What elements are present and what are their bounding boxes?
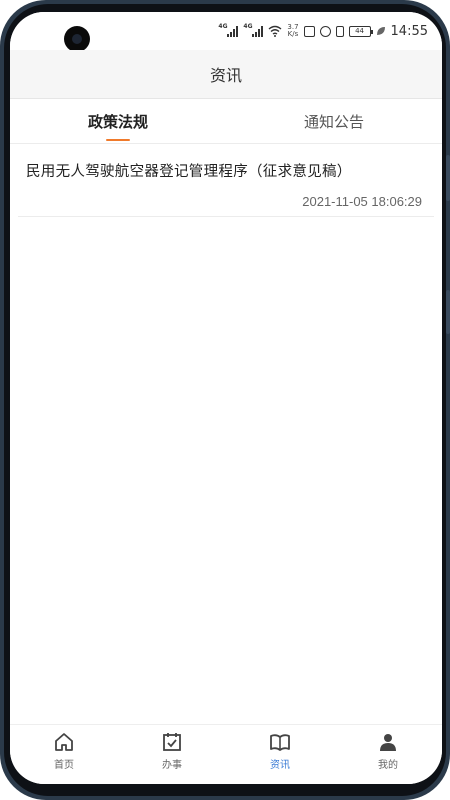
nav-item-home[interactable]: 首页	[10, 725, 118, 784]
signal-icon: 4G	[218, 23, 239, 37]
calendar-check-icon	[163, 733, 181, 751]
tab-bar: 政策法规 通知公告	[10, 99, 442, 144]
home-icon	[55, 733, 73, 751]
user-icon	[380, 734, 396, 751]
signal-icon-2: 4G	[243, 23, 264, 37]
volume-button	[446, 155, 450, 201]
news-list-item[interactable]: 民用无人驾驶航空器登记管理程序（征求意见稿） 2021-11-05 18:06:…	[18, 146, 434, 217]
alarm-icon	[319, 25, 331, 37]
clock: 14:55	[390, 23, 428, 39]
nav-label: 资讯	[270, 760, 290, 771]
nav-label: 我的	[378, 760, 398, 771]
screen: 4G 4G 3.7 K/s 44 14:55 资讯 政策法规 通知公告 民用无人…	[10, 12, 442, 784]
network-speed: 3.7 K/s	[287, 23, 299, 38]
nav-item-profile[interactable]: 我的	[334, 725, 442, 784]
nav-label: 首页	[54, 760, 74, 771]
nav-label: 办事	[162, 760, 182, 771]
phone-frame: 4G 4G 3.7 K/s 44 14:55 资讯 政策法规 通知公告 民用无人…	[0, 0, 450, 800]
wifi-icon	[268, 25, 282, 37]
nfc-icon	[303, 25, 315, 37]
news-title: 民用无人驾驶航空器登记管理程序（征求意见稿）	[26, 164, 352, 180]
tab-label: 政策法规	[87, 112, 148, 131]
battery-icon: 44	[348, 25, 373, 37]
news-timestamp: 2021-11-05 18:06:29	[302, 194, 422, 209]
book-icon	[270, 734, 290, 751]
tab-policy[interactable]: 政策法规	[10, 99, 226, 143]
tab-notices[interactable]: 通知公告	[226, 99, 442, 143]
nav-item-news[interactable]: 资讯	[226, 725, 334, 784]
status-icons: 4G 4G 3.7 K/s 44 14:55	[218, 22, 428, 40]
bottom-navigation: 首页 办事 资讯 我的	[10, 724, 442, 784]
tab-label: 通知公告	[303, 112, 364, 131]
active-tab-indicator	[106, 139, 130, 141]
leaf-icon	[376, 27, 385, 35]
front-camera	[64, 26, 90, 52]
page-title: 资讯	[10, 50, 442, 99]
status-bar: 4G 4G 3.7 K/s 44 14:55	[10, 12, 442, 52]
power-button	[446, 290, 450, 334]
vibrate-icon	[335, 25, 344, 37]
nav-item-services[interactable]: 办事	[118, 725, 226, 784]
